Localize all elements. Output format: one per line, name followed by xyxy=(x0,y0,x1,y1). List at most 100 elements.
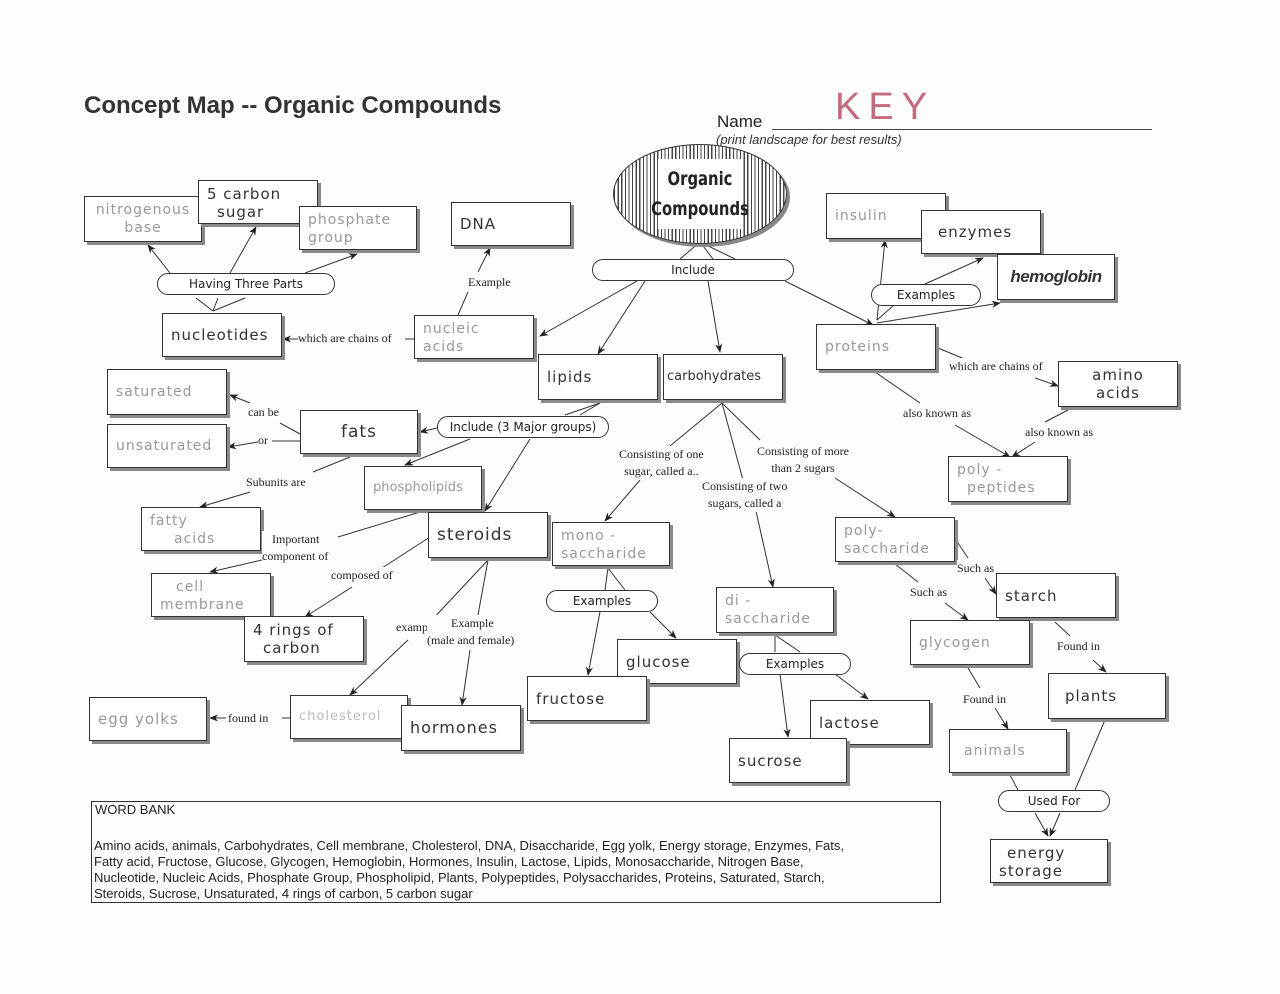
connector xyxy=(381,536,431,569)
hub-organic-compounds: Organic Compounds xyxy=(613,144,787,244)
connector xyxy=(874,371,921,404)
arrow-to-fats xyxy=(419,426,438,434)
node-text: 4 rings of xyxy=(253,621,334,639)
arrow-to-proteins xyxy=(784,280,874,326)
hub-line-2: Compounds xyxy=(651,198,749,220)
connector xyxy=(1044,409,1069,423)
node-text: poly- xyxy=(844,523,884,539)
arrow-to-lactose xyxy=(834,673,869,700)
node-text: fatty xyxy=(150,513,188,529)
page-title: Concept Map -- Organic Compounds xyxy=(84,92,502,119)
connector xyxy=(721,402,761,441)
arrow-to-starch xyxy=(984,577,997,595)
node-nucleotides: nucleotides xyxy=(162,313,282,357)
label-example-dna: Example xyxy=(468,274,511,291)
arrow-to-polysaccharide xyxy=(834,477,896,518)
node-text: acids xyxy=(1096,384,1140,402)
pill-examples-di: Examples xyxy=(739,653,851,675)
connector xyxy=(212,297,246,312)
node-polypeptides: poly - peptides xyxy=(948,456,1068,502)
label-chains-of-amino: which are chains of xyxy=(949,358,1043,375)
arrow-to-hemoglobin xyxy=(876,300,1001,324)
connector xyxy=(699,241,736,260)
node-text: acids xyxy=(174,531,216,547)
label-line: Consisting of one xyxy=(619,447,704,461)
node-text: energy xyxy=(1007,844,1066,862)
node-carbohydrates: carbohydrates xyxy=(663,354,783,400)
node-text: amino xyxy=(1092,366,1144,384)
connector xyxy=(457,291,469,316)
label-more-sugars: Consisting of more than 2 sugars xyxy=(757,443,849,477)
connector xyxy=(679,241,701,260)
node-text: cell xyxy=(176,579,205,595)
node-text: membrane xyxy=(160,597,245,613)
connector xyxy=(195,297,214,312)
node-phospholipids: phospholipids xyxy=(364,466,482,510)
label-chains-of-nucleotides: which are chains of xyxy=(298,330,392,347)
node-glycogen: glycogen xyxy=(910,620,1030,665)
arrow-to-phosphate-group xyxy=(304,253,358,274)
arrow-to-fructose xyxy=(585,611,601,676)
arrow-to-polypeptides-2 xyxy=(1011,441,1036,458)
node-fructose: fructose xyxy=(527,676,647,721)
node-text: nucleic xyxy=(423,321,480,337)
node-text: group xyxy=(308,230,354,246)
node-text: nitrogenous xyxy=(95,202,191,218)
node-enzymes: enzymes xyxy=(921,210,1041,254)
node-polysaccharide: poly- saccharide xyxy=(835,517,955,562)
arrow-to-monosaccharide xyxy=(604,479,641,522)
arrow-to-steroids xyxy=(484,438,531,512)
node-text: 5 carbon xyxy=(207,185,282,203)
arrow-to-animals xyxy=(994,707,1009,730)
node-proteins: proteins xyxy=(816,324,936,370)
node-energy-storage: energy storage xyxy=(990,839,1108,883)
node-text: storage xyxy=(999,862,1063,880)
word-bank: WORD BANK Amino acids, animals, Carbohyd… xyxy=(91,801,941,903)
name-field[interactable] xyxy=(772,129,1152,130)
node-text: phosphate xyxy=(308,212,392,228)
arrow-to-dna xyxy=(477,247,491,273)
print-note: (print landscape for best results) xyxy=(716,132,902,147)
node-cell-membrane: cell membrane xyxy=(151,573,271,617)
connector xyxy=(1074,719,1106,791)
connector xyxy=(699,241,714,260)
node-text: carbon xyxy=(263,639,321,657)
label-line: Important xyxy=(272,532,320,546)
arrow-to-hormones xyxy=(459,649,471,706)
node-phosphate-group: phosphate group xyxy=(299,206,417,250)
node-text: poly - xyxy=(957,462,1003,478)
node-monosaccharide: mono - saccharide xyxy=(552,522,670,566)
connector xyxy=(669,402,723,447)
label-one-sugar: Consisting of one sugar, called a.. xyxy=(619,446,704,480)
pill-include: Include xyxy=(592,259,794,281)
node-hemoglobin: hemoglobin xyxy=(997,254,1115,300)
connector xyxy=(337,511,421,538)
node-text: saccharide xyxy=(725,611,811,627)
node-text: acids xyxy=(423,339,465,355)
label-line: sugar, called a.. xyxy=(624,464,699,478)
label-example-hormones: Example (male and female) xyxy=(427,615,515,649)
name-label: Name xyxy=(717,112,763,131)
label-line: Consisting of two xyxy=(702,479,788,493)
label-line: Example xyxy=(451,616,494,630)
connector xyxy=(279,422,301,435)
label-line: Consisting of more xyxy=(757,444,849,458)
arrow-to-nucleic-acids xyxy=(539,280,638,337)
label-found-in-plants: Found in xyxy=(1057,638,1101,655)
pill-examples-mono: Examples xyxy=(546,590,658,612)
node-text: base xyxy=(124,220,162,236)
node-hormones: hormones xyxy=(401,705,521,751)
arrow-to-disaccharide xyxy=(755,510,775,588)
node-4-rings-of-carbon: 4 rings of carbon xyxy=(244,616,364,662)
word-bank-line: Nucleotide, Nucleic Acids, Phosphate Gro… xyxy=(94,870,825,885)
arrow-to-carbohydrates xyxy=(707,280,723,353)
node-saturated: saturated xyxy=(107,369,227,415)
label-line: sugars, called a xyxy=(707,496,782,510)
node-cholesterol: cholesterol xyxy=(290,695,408,739)
node-amino-acids: amino acids xyxy=(1058,361,1178,407)
node-starch: starch xyxy=(996,573,1116,618)
connector xyxy=(774,634,801,653)
arrow-to-saturated xyxy=(229,394,251,404)
connector xyxy=(957,542,969,559)
node-text: saccharide xyxy=(844,541,930,557)
